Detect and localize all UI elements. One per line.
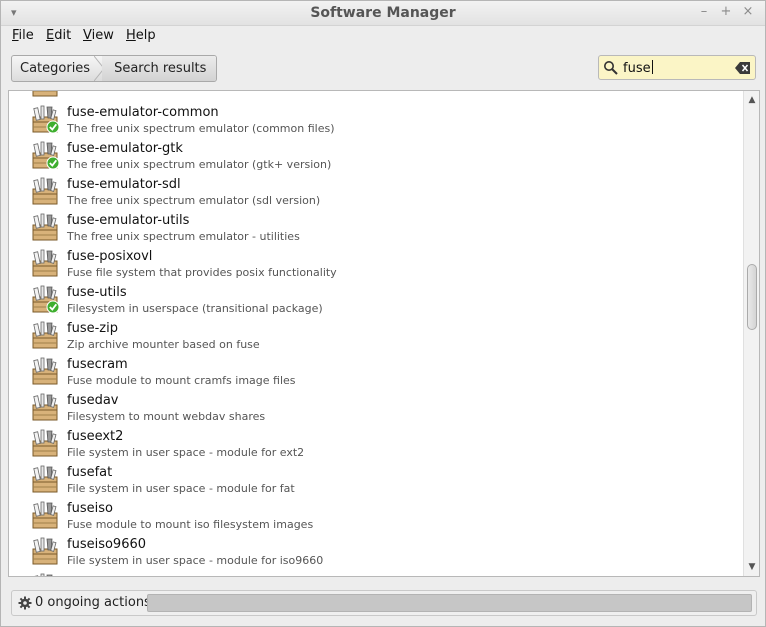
breadcrumb-search-results[interactable]: Search results [102,56,217,81]
package-name: fusecram [67,357,128,372]
package-icon [30,212,60,242]
package-name: fuseiso9660 [67,537,147,552]
list-item[interactable]: fuse-emulator-common The free unix spect… [9,101,743,137]
list-item[interactable]: fuse-zip Zip archive mounter based on fu… [9,317,743,353]
package-icon [30,464,60,494]
package-icon [30,320,60,350]
breadcrumb: Categories Search results [11,55,218,82]
package-name: fuseext2 [67,429,124,444]
package-description: The free unix spectrum emulator - utilit… [67,230,300,243]
installed-package-icon [30,140,60,170]
package-name: fuseiso [67,501,113,516]
breadcrumb-search-results-label: Search results [114,61,207,76]
list-item[interactable]: fuse-emulator-utils The free unix spectr… [9,209,743,245]
title-bar[interactable]: ▾ Software Manager – + × [1,1,765,26]
maximize-icon[interactable]: + [719,4,733,20]
package-name: fuse-emulator-gtk [67,141,183,156]
window-title: Software Manager [310,5,456,21]
package-name: fusefat [67,465,113,480]
progress-bar [147,594,752,612]
package-description: Fuse file system that provides posix fun… [67,266,337,279]
package-name: fuse-posixovl [67,249,153,264]
package-name: fuse-emulator-utils [67,213,190,228]
package-description: Fuse module to mount iso filesystem imag… [67,518,314,531]
menu-bar: File Edit View Help [1,26,765,48]
vertical-scrollbar[interactable]: ▲ ▼ [743,91,759,576]
list-item[interactable]: fuse-utils Filesystem in userspace (tran… [9,281,743,317]
package-description: Zip archive mounter based on fuse [67,338,260,351]
list-item[interactable]: fusecram Fuse module to mount cramfs ima… [9,353,743,389]
list-item-partial[interactable] [9,569,743,576]
package-icon [30,392,60,422]
package-description: File system in user space - module for f… [67,482,295,495]
package-icon [30,248,60,278]
package-icon [30,428,60,458]
menu-edit[interactable]: Edit [46,28,71,43]
search-icon [604,61,618,75]
scroll-down-icon[interactable]: ▼ [744,560,759,574]
list-item[interactable]: fuse-posixovl Fuse file system that prov… [9,245,743,281]
package-name: fuse-emulator-sdl [67,177,181,192]
package-description: Fuse module to mount cramfs image files [67,374,296,387]
list-item[interactable]: fuse-emulator-gtk The free unix spectrum… [9,137,743,173]
list-item-partial[interactable] [9,91,743,101]
package-name: fuse-zip [67,321,118,336]
package-description: File system in user space - module for i… [67,554,324,567]
scroll-up-icon[interactable]: ▲ [744,93,759,107]
menu-view[interactable]: View [83,28,114,43]
list-item[interactable]: fusedav Filesystem to mount webdav share… [9,389,743,425]
search-value: fuse [623,60,653,76]
package-icon [30,176,60,206]
list-item[interactable]: fusefat File system in user space - modu… [9,461,743,497]
list-item[interactable]: fuseiso9660 File system in user space - … [9,533,743,569]
installed-package-icon [30,284,60,314]
menu-file[interactable]: File [12,28,34,43]
status-text: 0 ongoing actions [35,595,151,610]
package-description: File system in user space - module for e… [67,446,305,459]
package-description: The free unix spectrum emulator (sdl ver… [67,194,321,207]
package-name: fusedav [67,393,119,408]
package-description: Filesystem in userspace (transitional pa… [67,302,323,315]
package-icon [30,91,60,98]
clear-search-icon[interactable] [735,61,751,75]
list-item[interactable]: fuseext2 File system in user space - mod… [9,425,743,461]
package-description: The free unix spectrum emulator (gtk+ ve… [67,158,332,171]
package-list[interactable]: fuse-emulator-common The free unix spect… [8,90,760,577]
status-bar: 0 ongoing actions [11,590,757,616]
package-name: fuse-emulator-common [67,105,219,120]
package-rows: fuse-emulator-common The free unix spect… [9,91,743,576]
package-icon [30,572,60,576]
package-description: The free unix spectrum emulator (common … [67,122,335,135]
search-input[interactable]: fuse [598,55,756,80]
package-icon [30,356,60,386]
scroll-thumb[interactable] [747,264,757,330]
close-icon[interactable]: × [741,4,755,20]
menu-help[interactable]: Help [126,28,156,43]
list-item[interactable]: fuseiso Fuse module to mount iso filesys… [9,497,743,533]
minimize-icon[interactable]: – [697,4,711,20]
list-item[interactable]: fuse-emulator-sdl The free unix spectrum… [9,173,743,209]
installed-package-icon [30,104,60,134]
package-name: fuse-utils [67,285,127,300]
package-icon [30,536,60,566]
software-manager-window: ▾ Software Manager – + × File Edit View … [0,0,766,627]
package-description: Filesystem to mount webdav shares [67,410,266,423]
breadcrumb-categories-label: Categories [20,61,91,76]
package-icon [30,500,60,530]
breadcrumb-categories[interactable]: Categories [12,56,105,81]
gear-icon [18,596,32,610]
